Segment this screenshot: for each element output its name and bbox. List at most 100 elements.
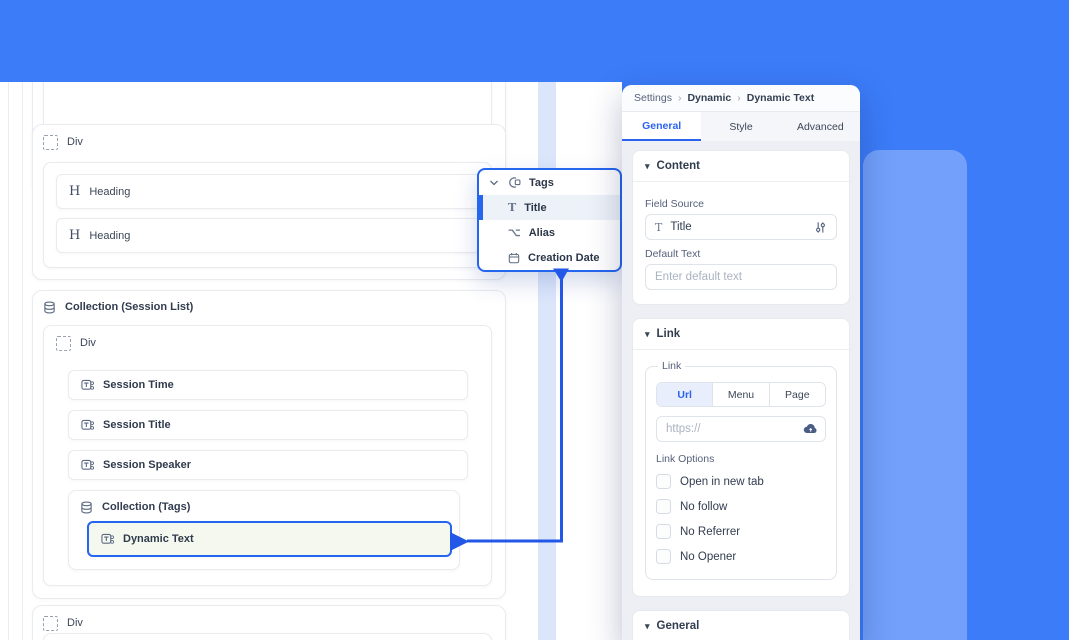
decorative-side-card [863,150,967,640]
option-label: Open in new tab [680,476,764,488]
session-time-label: Session Time [103,379,174,391]
div-label: Div [67,617,83,629]
heading-icon [69,228,80,243]
popup-tags-title: Tags [529,177,554,189]
link-type-page[interactable]: Page [770,383,825,406]
caret-down-icon [645,160,650,172]
top-header-band [0,0,1069,82]
general-section-title: General [657,620,700,632]
popup-tags-header[interactable]: Tags [479,170,620,195]
tab-advanced[interactable]: Advanced [781,112,860,141]
builder-screen: Div Heading Heading Collection (Session … [0,0,1069,640]
breadcrumb-settings[interactable]: Settings [634,92,672,104]
option-no-opener: No Opener [656,544,826,569]
session-title-row[interactable]: Session Title [68,410,468,440]
link-section-title: Link [657,328,681,340]
popup-item-label: Title [524,202,546,214]
link-type-menu[interactable]: Menu [713,383,769,406]
column-gap-highlight [538,82,556,640]
collection-tags-label-row[interactable]: Collection (Tags) [80,495,190,519]
ancestor-guide-line [22,82,23,640]
heading-label: Heading [89,186,130,198]
div-label-row[interactable]: Div [43,611,83,635]
session-title-label: Session Title [103,419,171,431]
breadcrumb-dynamic-text[interactable]: Dynamic Text [747,92,815,104]
tags-field-popup: Tags Title Alias Creation Date [477,168,622,272]
link-group-label: Link [658,360,685,372]
link-options-label: Link Options [656,453,826,465]
general-section-card: General Color [632,610,850,640]
container-box-partial[interactable] [43,633,492,640]
option-label: No Opener [680,551,736,563]
link-group: Link Url Menu Page [645,360,837,580]
heading-label: Heading [89,230,130,242]
collection-session-list-label-row[interactable]: Collection (Session List) [43,295,193,319]
link-section-header[interactable]: Link [633,319,849,350]
tab-style[interactable]: Style [701,112,780,141]
settings-panel: Settings › Dynamic › Dynamic Text Genera… [622,85,860,640]
chevron-down-icon [489,179,499,187]
field-source-label: Field Source [645,198,837,210]
default-text-input[interactable] [645,264,837,290]
caret-down-icon [645,620,650,632]
dynamic-text-row-selected[interactable]: Dynamic Text [87,521,452,557]
breadcrumb-separator: › [737,92,741,104]
builder-canvas: Div Heading Heading Collection (Session … [0,82,622,640]
option-open-in-new-tab: Open in new tab [656,469,826,494]
heading-icon [69,184,80,199]
breadcrumb: Settings › Dynamic › Dynamic Text [622,85,860,112]
field-source-control[interactable]: Title [645,214,837,240]
checkbox-no-follow[interactable] [656,499,671,514]
dynamic-text-icon [81,379,94,392]
general-section-header[interactable]: General [633,611,849,640]
checkbox-open-in-new-tab[interactable] [656,474,671,489]
popup-item-alias[interactable]: Alias [479,220,620,245]
dynamic-text-icon [101,533,114,546]
checkbox-no-referrer[interactable] [656,524,671,539]
field-source-value: Title [670,221,806,233]
option-no-follow: No follow [656,494,826,519]
sliders-icon[interactable] [814,221,827,234]
dynamic-text-label: Dynamic Text [123,533,194,545]
alias-icon [508,226,521,239]
breadcrumb-separator: › [678,92,682,104]
cloud-upload-icon[interactable] [803,422,818,434]
database-icon [43,301,56,314]
tab-general[interactable]: General [622,112,701,141]
popup-item-title[interactable]: Title [479,195,620,220]
session-speaker-label: Session Speaker [103,459,191,471]
heading-row[interactable]: Heading [56,174,481,209]
option-no-referrer: No Referrer [656,519,826,544]
url-input[interactable] [656,416,826,442]
content-section-title: Content [657,160,700,172]
div-label-row[interactable]: Div [43,130,83,154]
collection-tags-label: Collection (Tags) [102,501,190,513]
popup-item-label: Creation Date [528,252,600,264]
database-icon [80,501,93,514]
div-label-row[interactable]: Div [56,331,96,355]
text-field-icon [508,201,516,214]
link-type-url[interactable]: Url [657,383,713,406]
popup-item-creation-date[interactable]: Creation Date [479,245,620,270]
dynamic-text-icon [81,459,94,472]
caret-down-icon [645,328,650,340]
heading-row[interactable]: Heading [56,218,481,253]
breadcrumb-dynamic[interactable]: Dynamic [687,92,731,104]
default-text-label: Default Text [645,248,837,260]
div-label: Div [80,337,96,349]
ancestor-guide-line [8,82,9,640]
div-dashed-icon [56,336,71,351]
div-dashed-icon [43,135,58,150]
div-dashed-icon [43,616,58,631]
dynamic-text-icon [81,419,94,432]
content-section-header[interactable]: Content [633,151,849,182]
checkbox-no-opener[interactable] [656,549,671,564]
panel-tabs: General Style Advanced [622,112,860,142]
div-label: Div [67,136,83,148]
session-speaker-row[interactable]: Session Speaker [68,450,468,480]
option-label: No Referrer [680,526,740,538]
calendar-icon [508,252,520,264]
text-field-icon [655,221,662,234]
session-time-row[interactable]: Session Time [68,370,468,400]
relation-icon [507,176,521,189]
